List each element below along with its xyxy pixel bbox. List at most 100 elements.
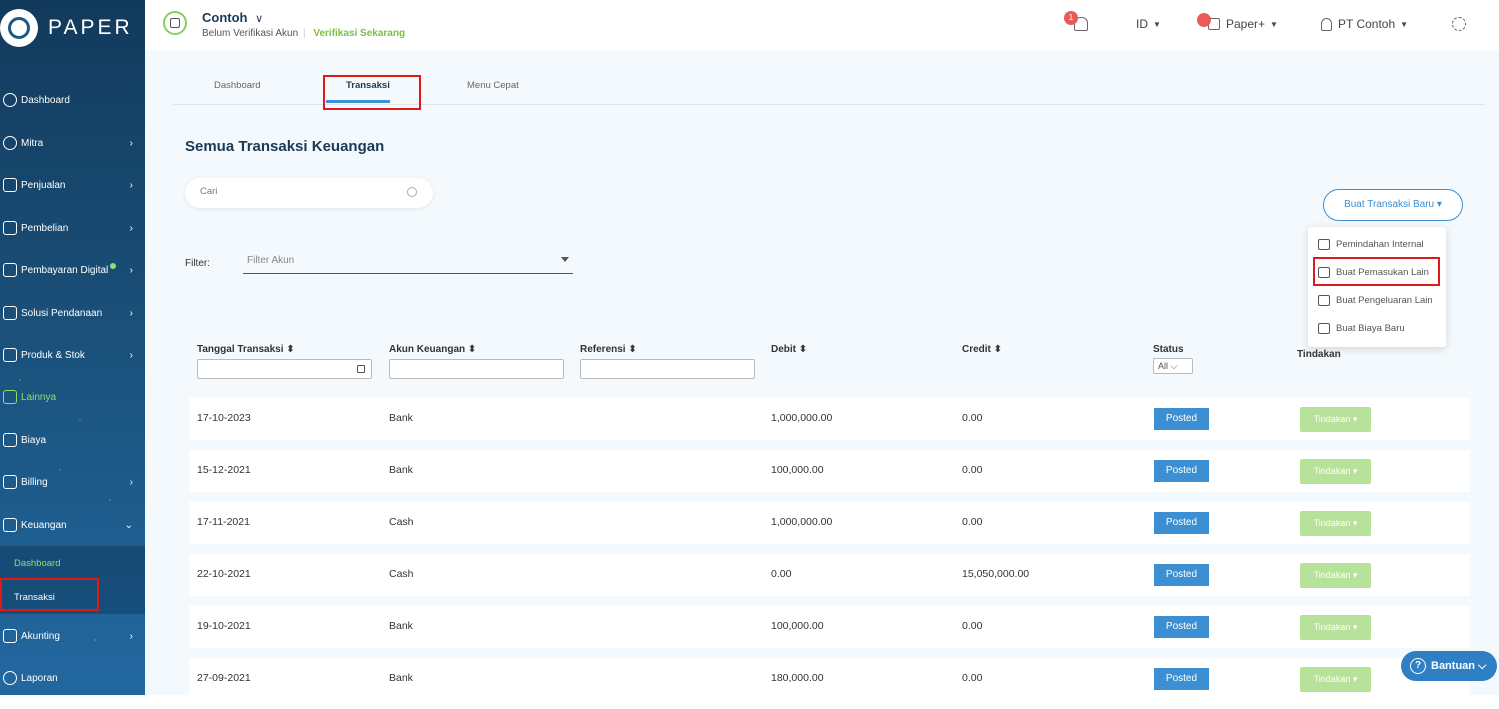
tab-menu-cepat[interactable]: Menu Cepat	[467, 80, 519, 91]
sidebar-item-keuangan[interactable]: Keuangan ⌄	[0, 513, 145, 537]
column-header-debit[interactable]: Debit ⬍	[771, 344, 807, 355]
search-icon[interactable]	[407, 187, 417, 197]
sidebar-item-biaya[interactable]: Biaya	[0, 428, 145, 452]
company-switcher[interactable]: Contoh ∨	[202, 10, 263, 25]
settings-button[interactable]	[1452, 17, 1466, 31]
date-filter-input[interactable]	[197, 359, 372, 379]
cell-account: Cash	[389, 516, 414, 528]
verify-now-link[interactable]: Verifikasi Sekarang	[313, 28, 405, 39]
tab-dashboard[interactable]: Dashboard	[214, 80, 260, 91]
table-row[interactable]: 19-10-2021 Bank 100,000.00 0.00 Posted T…	[189, 606, 1470, 648]
dashboard-icon	[3, 93, 17, 107]
help-icon: ?	[1410, 658, 1426, 674]
action-button[interactable]: Tindakan ▾	[1300, 407, 1371, 432]
new-indicator-dot	[110, 263, 117, 269]
sidebar-item-penjualan[interactable]: Penjualan ›	[0, 173, 145, 197]
cell-date: 15-12-2021	[197, 464, 251, 476]
sidebar-item-dashboard[interactable]: Dashboard	[0, 88, 145, 112]
page-title: Semua Transaksi Keuangan	[185, 138, 385, 155]
sidebar-item-label: Mitra	[21, 137, 44, 149]
new-transaction-menu: Pemindahan Internal Buat Pemasukan Lain …	[1308, 227, 1446, 347]
help-button[interactable]: ? Bantuan ⌵	[1401, 651, 1497, 681]
users-icon	[3, 136, 17, 150]
menu-item-label: Buat Pengeluaran Lain	[1336, 295, 1433, 306]
action-button[interactable]: Tindakan ▾	[1300, 511, 1371, 536]
chevron-right-icon: ›	[129, 630, 133, 642]
search-box	[185, 178, 433, 208]
status-filter-select[interactable]: All ⌵	[1153, 358, 1193, 374]
sidebar-item-billing[interactable]: Billing ›	[0, 470, 145, 494]
cell-credit: 0.00	[962, 620, 983, 632]
column-header-date[interactable]: Tanggal Transaksi ⬍	[197, 344, 295, 355]
action-button[interactable]: Tindakan ▾	[1300, 615, 1371, 640]
sidebar-item-label: Pembelian	[21, 222, 69, 234]
status-badge: Posted	[1154, 460, 1209, 482]
chevron-down-icon: ⌄	[124, 519, 133, 531]
sidebar-item-produk-stok[interactable]: Produk & Stok ›	[0, 343, 145, 367]
calendar-icon[interactable]	[357, 365, 365, 373]
card-icon	[3, 263, 17, 277]
new-transaction-button[interactable]: Buat Transaksi Baru ▾	[1323, 189, 1463, 221]
status-badge: Posted	[1154, 616, 1209, 638]
status-badge: Posted	[1154, 564, 1209, 586]
cell-account: Bank	[389, 672, 413, 684]
menu-item-pemindahan-internal[interactable]: Pemindahan Internal	[1318, 239, 1424, 250]
chevron-right-icon: ›	[129, 179, 133, 191]
submenu-item-dashboard[interactable]: Dashboard	[14, 558, 60, 569]
column-header-reference[interactable]: Referensi ⬍	[580, 344, 637, 355]
sidebar-item-pembelian[interactable]: Pembelian ›	[0, 216, 145, 240]
cell-debit: 180,000.00	[771, 672, 824, 684]
table-row[interactable]: 15-12-2021 Bank 100,000.00 0.00 Posted T…	[189, 450, 1470, 492]
user-menu[interactable]: PT Contoh ▼	[1321, 17, 1408, 31]
table-row[interactable]: 22-10-2021 Cash 0.00 15,050,000.00 Poste…	[189, 554, 1470, 596]
main-content: Dashboard Transaksi Menu Cepat Semua Tra…	[145, 50, 1499, 700]
notification-button[interactable]: 1	[1064, 11, 1088, 31]
sidebar-item-akunting[interactable]: Akunting ›	[0, 624, 145, 648]
help-label: Bantuan ⌵	[1431, 659, 1487, 672]
cell-credit: 0.00	[962, 412, 983, 424]
sidebar-item-label: Billing	[21, 476, 48, 488]
action-button[interactable]: Tindakan ▾	[1300, 667, 1371, 692]
menu-item-buat-biaya-baru[interactable]: Buat Biaya Baru	[1318, 323, 1405, 334]
column-header-credit[interactable]: Credit ⬍	[962, 344, 1002, 355]
paper-plus-menu[interactable]: Paper+ ▼	[1197, 13, 1278, 31]
reference-filter-input[interactable]	[580, 359, 755, 379]
sidebar-item-label: Akunting	[21, 630, 60, 642]
cell-debit: 100,000.00	[771, 464, 824, 476]
cell-date: 17-10-2023	[197, 412, 251, 424]
cell-account: Cash	[389, 568, 414, 580]
brand-name: PAPER	[48, 16, 133, 39]
table-row[interactable]: 17-11-2021 Cash 1,000,000.00 0.00 Posted…	[189, 502, 1470, 544]
document-icon	[1318, 323, 1330, 334]
cell-account: Bank	[389, 464, 413, 476]
action-button[interactable]: Tindakan ▾	[1300, 459, 1371, 484]
language-selector[interactable]: ID ▼	[1136, 17, 1161, 31]
cell-account: Bank	[389, 620, 413, 632]
column-header-account[interactable]: Akun Keuangan ⬍	[389, 344, 476, 355]
sidebar-item-solusi-pendanaan[interactable]: Solusi Pendanaan ›	[0, 301, 145, 325]
sidebar-item-pembayaran-digital[interactable]: Pembayaran Digital ›	[0, 258, 145, 282]
table-row[interactable]: 17-10-2023 Bank 1,000,000.00 0.00 Posted…	[189, 398, 1470, 440]
action-button[interactable]: Tindakan ▾	[1300, 563, 1371, 588]
top-header: Contoh ∨ Belum Verifikasi Akun | Verifik…	[145, 0, 1499, 50]
filter-placeholder: Filter Akun	[247, 255, 295, 266]
sidebar-item-mitra[interactable]: Mitra ›	[0, 131, 145, 155]
brand-logo[interactable]: PAPER	[0, 8, 133, 48]
cell-date: 17-11-2021	[197, 516, 250, 528]
chevron-right-icon: ›	[129, 349, 133, 361]
sidebar-item-laporan[interactable]: Laporan	[0, 666, 145, 690]
table-row[interactable]: 27-09-2021 Bank 180,000.00 0.00 Posted T…	[189, 658, 1470, 700]
caret-down-icon: ▼	[1270, 19, 1278, 29]
cell-credit: 0.00	[962, 672, 983, 684]
expense-icon	[1318, 295, 1330, 306]
chevron-right-icon: ›	[129, 137, 133, 149]
search-input[interactable]	[200, 186, 400, 197]
sidebar-item-label: Biaya	[21, 434, 47, 446]
menu-item-label: Pemindahan Internal	[1336, 239, 1424, 250]
chevron-right-icon: ›	[129, 307, 133, 319]
filter-account-select[interactable]: Filter Akun	[243, 250, 573, 274]
column-header-status: Status	[1153, 344, 1184, 355]
sidebar-item-lainnya[interactable]: Lainnya	[0, 385, 145, 409]
menu-item-buat-pengeluaran-lain[interactable]: Buat Pengeluaran Lain	[1318, 295, 1433, 306]
account-filter-input[interactable]	[389, 359, 564, 379]
